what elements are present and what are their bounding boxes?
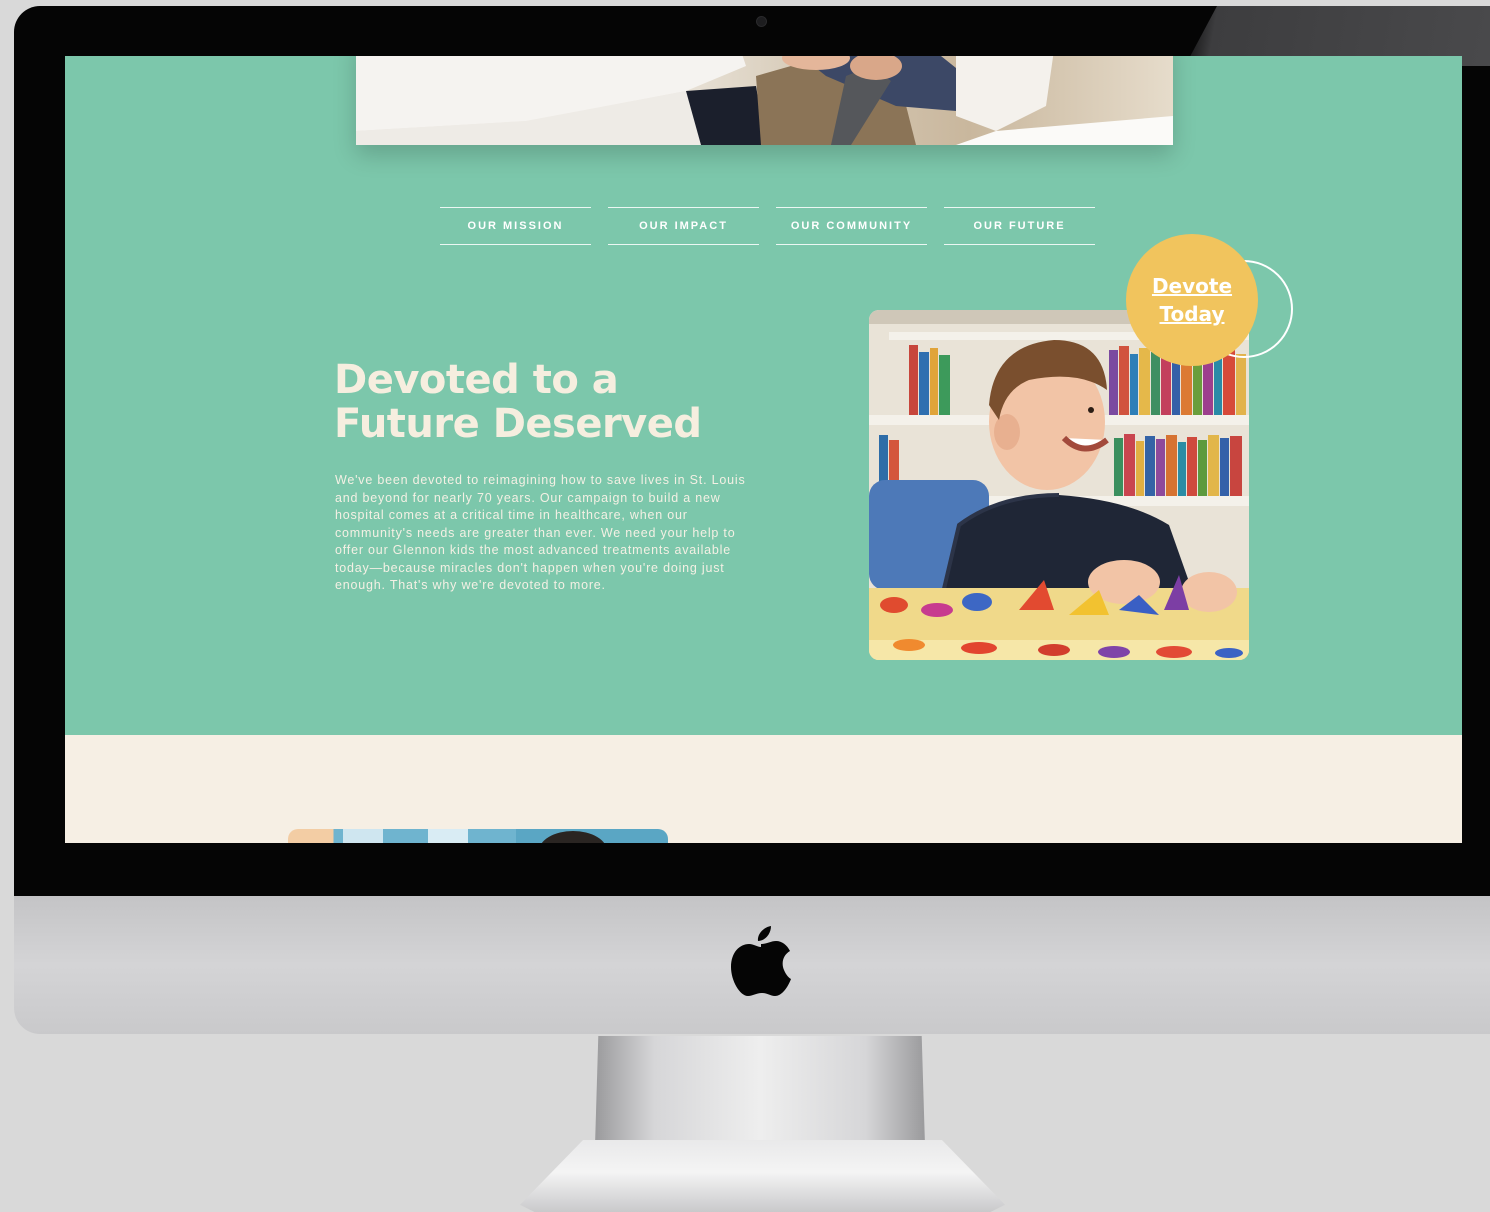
- tab-our-impact[interactable]: OUR IMPACT: [608, 207, 759, 245]
- apple-logo-icon: [731, 926, 791, 996]
- body-paragraph: We've been devoted to reimagining how to…: [335, 473, 746, 592]
- cta-label-line-2: Today: [1159, 302, 1225, 326]
- tab-our-community[interactable]: OUR COMMUNITY: [776, 207, 927, 245]
- cta-label-line-1: Devote: [1151, 274, 1233, 298]
- imac-mockup: OUR MISSION OUR IMPACT OUR COMMUNITY OUR…: [0, 0, 1490, 1212]
- tab-our-future[interactable]: OUR FUTURE: [944, 207, 1095, 245]
- devote-today-button[interactable]: Devote Today: [1126, 234, 1258, 366]
- hero-photo: [356, 56, 1173, 145]
- section-tabs: OUR MISSION OUR IMPACT OUR COMMUNITY OUR…: [440, 207, 1095, 245]
- next-section-photo: [288, 829, 668, 843]
- website-screen: OUR MISSION OUR IMPACT OUR COMMUNITY OUR…: [65, 56, 1462, 843]
- headline-line-1: Devoted to a: [334, 357, 619, 403]
- camera-dot: [757, 17, 766, 26]
- stand-foot: [520, 1140, 1005, 1212]
- next-photo-illustration: [343, 829, 605, 843]
- headline-line-2: Future Deserved: [334, 401, 702, 447]
- next-section: [65, 735, 1462, 843]
- stand-neck: [595, 1036, 925, 1146]
- tab-our-mission[interactable]: OUR MISSION: [440, 207, 591, 245]
- page-headline: Devoted to a Future Deserved: [334, 358, 794, 446]
- hero-photo-illustration: [356, 56, 1173, 145]
